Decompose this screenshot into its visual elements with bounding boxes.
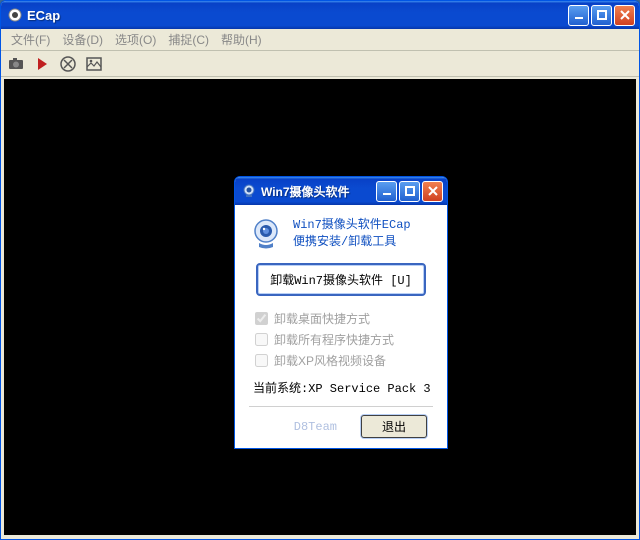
uninstall-button[interactable]: 卸载Win7摄像头软件 [U] bbox=[256, 263, 426, 296]
menu-device[interactable]: 设备(D) bbox=[56, 29, 109, 50]
picture-icon[interactable] bbox=[85, 55, 103, 73]
main-toolbar bbox=[1, 51, 639, 77]
dialog-maximize-button[interactable] bbox=[399, 181, 420, 202]
menu-file[interactable]: 文件(F) bbox=[5, 29, 56, 50]
installer-dialog: Win7摄像头软件 Win7摄像头软件ECap 便携安装/卸载工具 卸载Win7… bbox=[234, 176, 448, 449]
exit-button[interactable]: 退出 bbox=[361, 415, 427, 438]
minimize-button[interactable] bbox=[568, 5, 589, 26]
dialog-head2: 便携安装/卸载工具 bbox=[293, 234, 411, 251]
stop-icon[interactable] bbox=[59, 55, 77, 73]
divider bbox=[249, 406, 433, 407]
menu-help[interactable]: 帮助(H) bbox=[215, 29, 268, 50]
camera-icon[interactable] bbox=[7, 55, 25, 73]
checkbox-desktop-input[interactable] bbox=[255, 312, 268, 325]
play-icon[interactable] bbox=[33, 55, 51, 73]
dialog-body: Win7摄像头软件ECap 便携安装/卸载工具 卸载Win7摄像头软件 [U] … bbox=[235, 205, 447, 448]
menu-capture[interactable]: 捕捉(C) bbox=[162, 29, 215, 50]
main-title: ECap bbox=[27, 8, 568, 23]
checkbox-group: 卸载桌面快捷方式 卸载所有程序快捷方式 卸载XP风格视频设备 bbox=[255, 310, 433, 369]
close-button[interactable] bbox=[614, 5, 635, 26]
system-info: 当前系统:XP Service Pack 3 bbox=[253, 379, 433, 396]
maximize-button[interactable] bbox=[591, 5, 612, 26]
webcam-large-icon bbox=[249, 217, 283, 251]
checkbox-xp[interactable]: 卸载XP风格视频设备 bbox=[255, 352, 433, 369]
main-titlebar[interactable]: ECap bbox=[1, 1, 639, 29]
checkbox-programs-input[interactable] bbox=[255, 333, 268, 346]
dialog-close-button[interactable] bbox=[422, 181, 443, 202]
checkbox-desktop[interactable]: 卸载桌面快捷方式 bbox=[255, 310, 433, 327]
dialog-heading: Win7摄像头软件ECap 便携安装/卸载工具 bbox=[293, 217, 411, 251]
checkbox-xp-input[interactable] bbox=[255, 354, 268, 367]
dialog-minimize-button[interactable] bbox=[376, 181, 397, 202]
dialog-title: Win7摄像头软件 bbox=[261, 183, 376, 200]
webcam-icon bbox=[241, 183, 257, 199]
team-link[interactable]: D8Team bbox=[294, 420, 337, 434]
app-icon bbox=[7, 7, 23, 23]
menu-options[interactable]: 选项(O) bbox=[109, 29, 162, 50]
main-menubar: 文件(F) 设备(D) 选项(O) 捕捉(C) 帮助(H) bbox=[1, 29, 639, 51]
dialog-titlebar[interactable]: Win7摄像头软件 bbox=[235, 177, 447, 205]
dialog-head1: Win7摄像头软件ECap bbox=[293, 217, 411, 234]
checkbox-programs[interactable]: 卸载所有程序快捷方式 bbox=[255, 331, 433, 348]
